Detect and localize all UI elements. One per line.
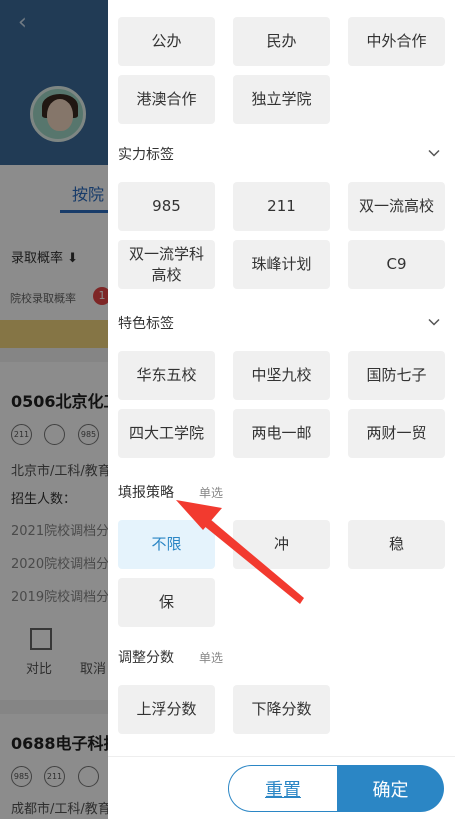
option-everest-plan[interactable]: 珠峰计划 <box>233 240 330 289</box>
single-select-hint: 单选 <box>199 486 224 500</box>
option-rush[interactable]: 冲 <box>233 520 330 569</box>
option-stable[interactable]: 稳 <box>348 520 445 569</box>
option-raise-score[interactable]: 上浮分数 <box>118 685 215 734</box>
option-985[interactable]: 985 <box>118 182 215 231</box>
option-unlimited[interactable]: 不限 <box>118 520 215 569</box>
option-private[interactable]: 民办 <box>233 17 330 66</box>
option-east-china-five[interactable]: 华东五校 <box>118 351 215 400</box>
score-adjust-section-title: 调整分数 <box>118 650 174 666</box>
option-sino-foreign[interactable]: 中外合作 <box>348 17 445 66</box>
option-public[interactable]: 公办 <box>118 17 215 66</box>
option-c9[interactable]: C9 <box>348 240 445 289</box>
option-independent[interactable]: 独立学院 <box>233 75 330 124</box>
option-two-electric-one-post[interactable]: 两电一邮 <box>233 409 330 458</box>
feature-section-title: 特色标签 <box>118 316 174 332</box>
option-four-engineering[interactable]: 四大工学院 <box>118 409 215 458</box>
chevron-down-icon[interactable] <box>428 147 440 159</box>
option-hk-macau[interactable]: 港澳合作 <box>118 75 215 124</box>
option-two-finance-one-trade[interactable]: 两财一贸 <box>348 409 445 458</box>
reset-button[interactable]: 重置 <box>228 765 337 812</box>
option-core-nine[interactable]: 中坚九校 <box>233 351 330 400</box>
filter-drawer: 公办 民办 中外合作 港澳合作 独立学院 实力标签 985 211 双一流高校 … <box>108 0 455 819</box>
chevron-down-icon[interactable] <box>428 316 440 328</box>
option-211[interactable]: 211 <box>233 182 330 231</box>
strength-section-title: 实力标签 <box>118 147 174 163</box>
option-double-first-class-discipline[interactable]: 双一流学科高校 <box>118 240 215 289</box>
option-double-first-class[interactable]: 双一流高校 <box>348 182 445 231</box>
strategy-section-title: 填报策略 <box>118 485 174 501</box>
option-lower-score[interactable]: 下降分数 <box>233 685 330 734</box>
single-select-hint: 单选 <box>199 651 224 665</box>
option-safe[interactable]: 保 <box>118 578 215 627</box>
option-defense-seven[interactable]: 国防七子 <box>348 351 445 400</box>
confirm-button[interactable]: 确定 <box>337 765 444 812</box>
